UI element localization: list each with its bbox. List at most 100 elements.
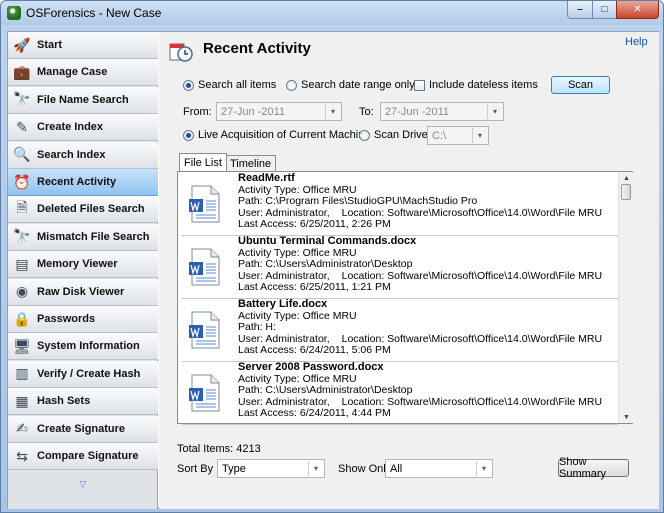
entry-file-name: Battery Life.docx <box>238 298 328 310</box>
help-link[interactable]: Help <box>625 36 648 48</box>
include-dateless-checkbox[interactable] <box>414 79 425 91</box>
lock-icon: 🔒 <box>13 310 31 327</box>
app-window: OSForensics - New Case – □ ✕ ⇆ Compare Si… <box>0 0 664 513</box>
tab-file-list[interactable]: File List <box>179 153 227 171</box>
entry-user: User: Administrator, <box>238 332 330 345</box>
sort-by-dropdown-icon[interactable]: ▾ <box>308 461 323 476</box>
search-all-label: Search all items <box>198 79 277 91</box>
sidebar-item-verify-create-hash[interactable]: ▥ Verify / Create Hash <box>8 360 158 388</box>
main-panel: Recent Activity Help Search all items Se… <box>159 32 659 509</box>
entry-last-access: Last Access: 6/25/2011, 2:26 PM <box>238 218 391 231</box>
sidebar-item-label: Memory Viewer <box>37 258 118 271</box>
compare-icon: ⇆ <box>16 447 28 464</box>
include-dateless-option[interactable]: Include dateless items <box>414 79 538 91</box>
sidebar-item-label: Hash Sets <box>37 395 91 408</box>
list-item[interactable]: ReadMe.rtf Activity Type: Office MRU Path:… <box>182 172 618 236</box>
sidebar-item-search-index[interactable]: 🔍 Search Index <box>8 141 158 169</box>
live-acquisition-option[interactable]: Live Acquisition of Current Machine <box>183 129 370 141</box>
deleted-file-icon: 🗎 <box>16 199 28 216</box>
page-title: Recent Activity <box>203 40 311 57</box>
scroll-thumb[interactable] <box>621 184 631 200</box>
show-only-label: Show Only <box>338 463 392 475</box>
recent-activity-clock-icon <box>169 43 193 62</box>
pencil-icon: ✎ <box>16 118 28 135</box>
show-only-dropdown-icon[interactable]: ▾ <box>476 461 491 476</box>
entry-activity-type: Activity Type: Office MRU <box>238 309 357 322</box>
entry-file-name: Ubuntu Terminal Commands.docx <box>238 235 417 247</box>
sidebar-item-memory-viewer[interactable]: ▤ Memory Viewer <box>8 251 158 279</box>
scan-drive-option[interactable]: Scan Drive: <box>359 129 431 141</box>
title-bar[interactable]: OSForensics - New Case – □ ✕ <box>1 1 663 25</box>
list-item[interactable]: Ubuntu Terminal Commands.docx Activity Ty… <box>182 235 618 299</box>
scroll-down-icon[interactable]: ▼ <box>619 411 634 423</box>
sidebar-item-start[interactable]: 🚀 Start <box>8 32 158 59</box>
scan-drive-select[interactable]: C:\ ▾ <box>427 126 489 145</box>
scroll-up-icon[interactable]: ▲ <box>619 172 634 184</box>
sidebar-item-file-name-search[interactable]: 🔭 File Name Search <box>8 86 158 114</box>
entry-location: Location: Software\Microsoft\Office\14.0… <box>341 269 603 282</box>
sidebar-item-raw-disk-viewer[interactable]: ◉ Raw Disk Viewer <box>8 278 158 306</box>
entry-details: Ubuntu Terminal Commands.docx Activity Ty… <box>238 235 603 294</box>
sort-by-value: Type <box>222 462 246 475</box>
sidebar-item-label: Verify / Create Hash <box>37 367 141 380</box>
sidebar-item-label: Deleted Files Search <box>37 203 145 216</box>
to-date-picker[interactable]: 27-Jun -2011 ▾ <box>380 102 504 121</box>
search-date-range-option[interactable]: Search date range only <box>286 79 415 91</box>
sidebar-item-system-information[interactable]: 🖥 System Information <box>8 333 158 361</box>
word-document-icon <box>189 248 220 286</box>
total-items: Total Items: 4213 <box>177 443 261 455</box>
search-all-radio[interactable] <box>183 79 194 91</box>
sidebar-item-compare-signature[interactable]: ⇆ Compare Signature <box>8 443 158 470</box>
show-summary-button[interactable]: Show Summary <box>558 456 629 480</box>
list-item[interactable]: Battery Life.docx Activity Type: Office M… <box>182 298 618 362</box>
sidebar-item-create-signature[interactable]: ✍ Create Signature <box>8 415 158 443</box>
minimize-button[interactable]: – <box>567 1 593 19</box>
magnifier-icon: 🔍 <box>13 146 31 163</box>
tab-timeline[interactable]: Timeline <box>225 155 277 171</box>
sidebar-item-create-index[interactable]: ✎ Create Index <box>8 114 158 142</box>
to-date-dropdown-icon[interactable]: ▾ <box>487 104 502 119</box>
search-all-items-option[interactable]: Search all items <box>183 79 276 91</box>
entry-user: User: Administrator, <box>238 269 330 282</box>
entry-last-access: Last Access: 6/24/2011, 5:06 PM <box>238 344 391 357</box>
scan-drive-value: C:\ <box>432 129 447 142</box>
sidebar-item-label: Mismatch File Search <box>37 230 150 243</box>
sidebar-scroll-down-icon[interactable]: ▽ <box>8 477 158 491</box>
show-only-value: All <box>390 462 403 475</box>
date-range-radio[interactable] <box>286 79 297 91</box>
show-only-select[interactable]: All ▾ <box>385 459 493 478</box>
live-acquisition-radio[interactable] <box>183 129 194 141</box>
from-date-picker[interactable]: 27-Jun -2011 ▾ <box>216 102 342 121</box>
rocket-icon: 🚀 <box>13 36 31 53</box>
briefcase-icon: 💼 <box>13 63 31 80</box>
close-button[interactable]: ✕ <box>616 1 659 19</box>
sidebar-item-mismatch-file-search[interactable]: 🔭 Mismatch File Search <box>8 223 158 251</box>
scan-drive-label: Scan Drive: <box>374 129 431 141</box>
scan-drive-dropdown-icon[interactable]: ▾ <box>472 128 487 143</box>
sidebar-item-hash-sets[interactable]: ▦ Hash Sets <box>8 388 158 416</box>
sidebar-item-label: Compare Signature <box>37 450 139 462</box>
activity-list[interactable]: Server 2008 Password.docx Activity Type: … <box>177 171 633 425</box>
entry-last-access: Last Access: 6/24/2011, 4:44 PM <box>238 407 391 420</box>
scan-drive-radio[interactable] <box>359 129 370 141</box>
list-item[interactable]: Server 2008 Password.docx Activity Type: … <box>182 361 618 425</box>
sidebar-item-recent-activity[interactable]: ⏰ Recent Activity <box>8 169 158 196</box>
scan-button[interactable]: Scan <box>551 76 610 94</box>
word-document-icon <box>189 185 220 223</box>
sidebar-item-label: Passwords <box>37 313 96 325</box>
from-date-dropdown-icon[interactable]: ▾ <box>325 104 340 119</box>
clock-icon: ⏰ <box>13 173 31 190</box>
sidebar-item-manage-case[interactable]: 💼 Manage Case <box>8 59 158 87</box>
sidebar-item-label: System Information <box>37 340 140 353</box>
sidebar-item-deleted-files-search[interactable]: 🗎 Deleted Files Search <box>8 196 158 224</box>
entry-user: User: Administrator, <box>238 395 330 408</box>
maximize-button[interactable]: □ <box>592 1 617 19</box>
sort-by-select[interactable]: Type ▾ <box>217 459 325 478</box>
to-label: To: <box>359 106 374 118</box>
date-range-label: Search date range only <box>301 79 415 91</box>
entry-details: ReadMe.rtf Activity Type: Office MRU Path:… <box>238 172 602 231</box>
barcode-icon: ▥ <box>15 365 29 382</box>
sidebar-item-passwords[interactable]: 🔒 Passwords <box>8 306 158 333</box>
list-scrollbar[interactable]: ▲ ▼ <box>618 172 633 423</box>
client-area: ⇆ Compare Signature ✍ Create Signature ▦ Hash… <box>7 31 659 509</box>
